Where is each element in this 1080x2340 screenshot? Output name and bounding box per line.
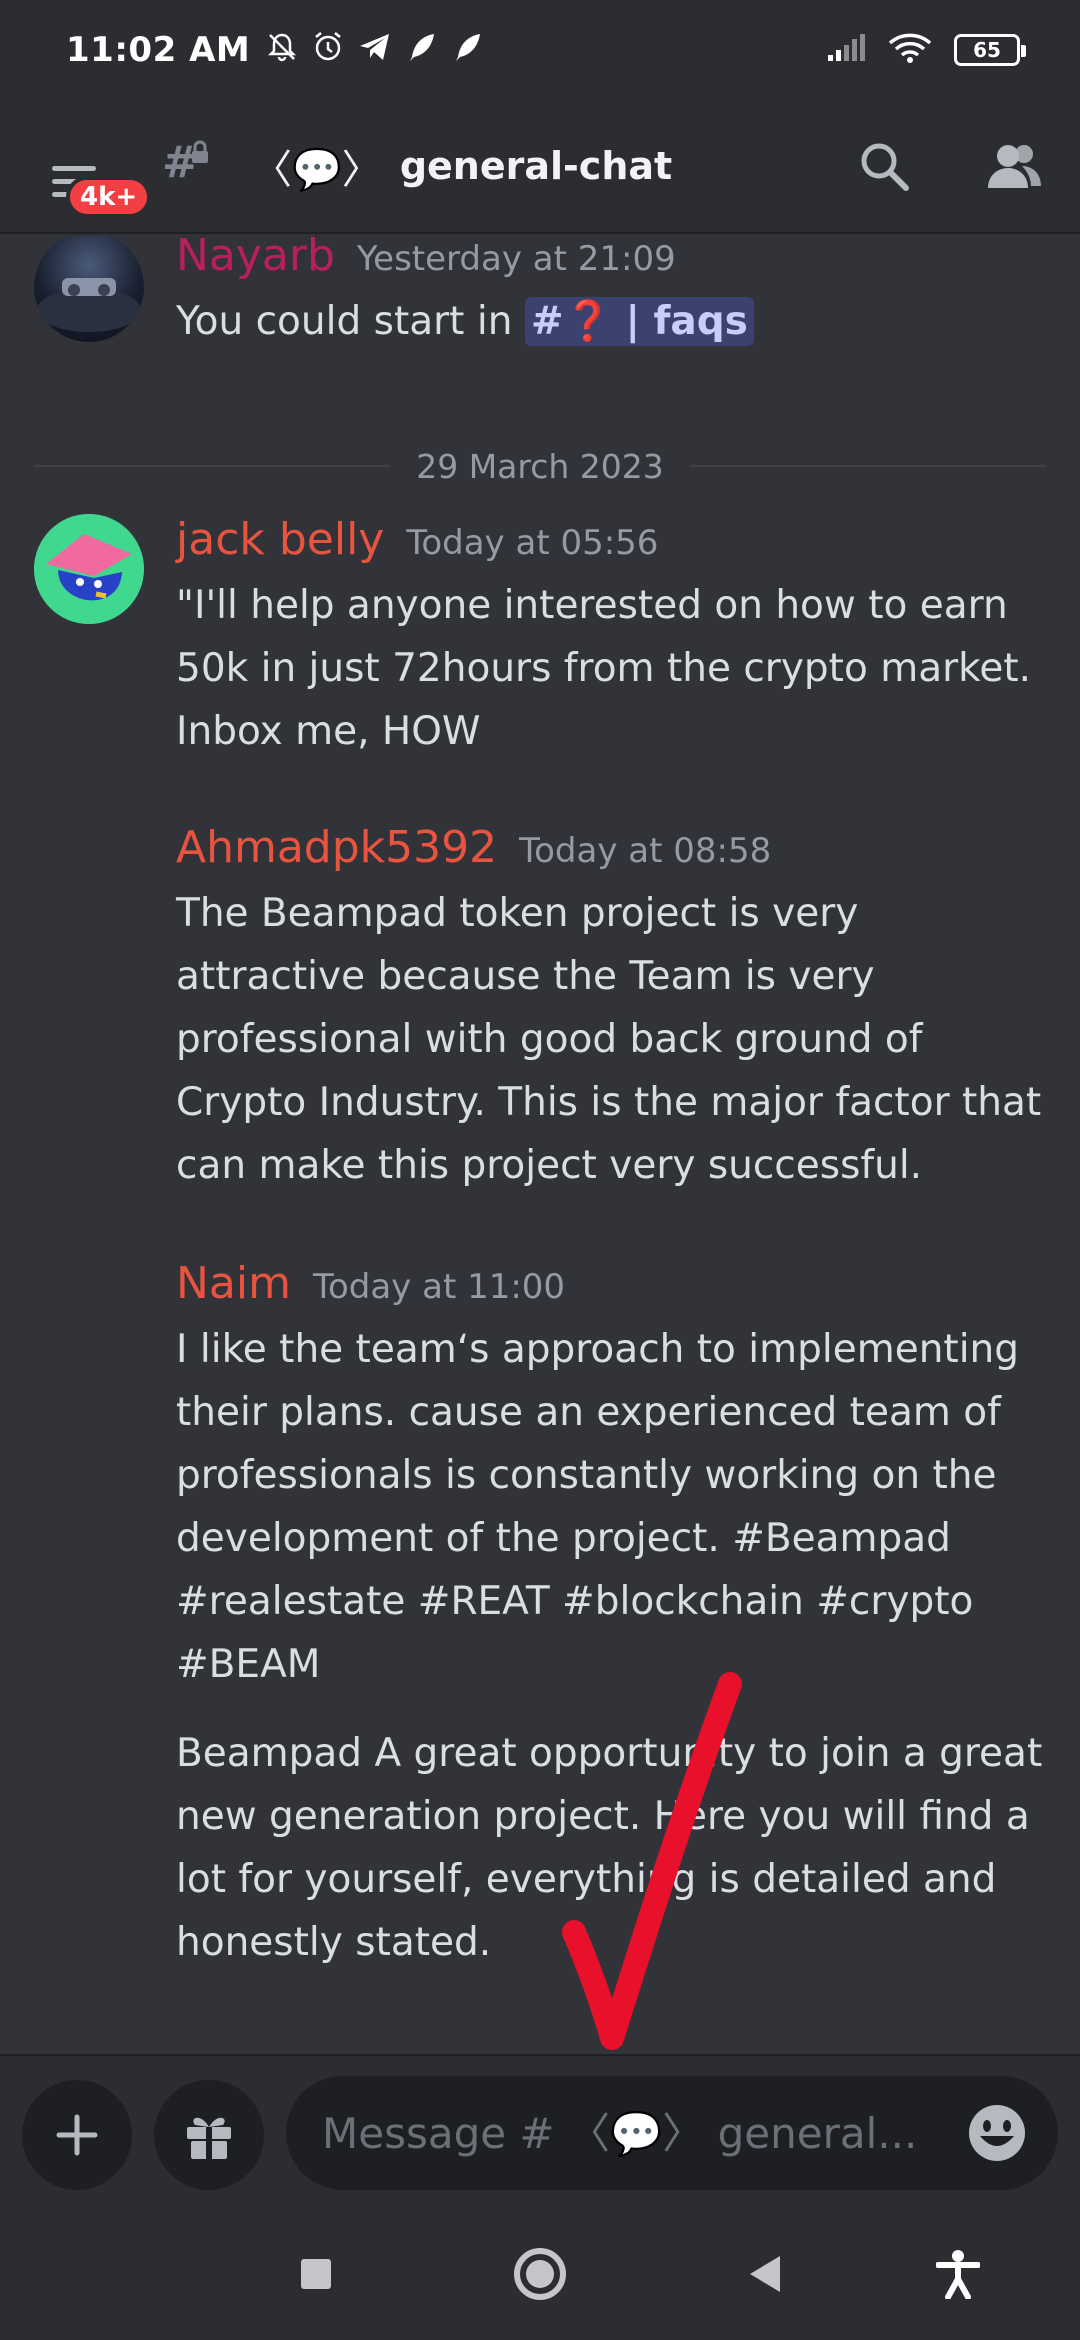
message-text: Beampad A great opportunity to join a gr…: [176, 1731, 1043, 1965]
message-composer: [0, 2054, 1080, 2210]
channel-name: general-chat: [399, 144, 673, 188]
accessibility-button[interactable]: [918, 2234, 998, 2314]
wifi-icon: [888, 32, 932, 68]
recents-button[interactable]: [276, 2234, 356, 2314]
signal-icon: [826, 33, 866, 67]
author-name[interactable]: Ahmadpk5392: [176, 822, 497, 873]
emoji-icon[interactable]: [966, 2102, 1028, 2164]
avatar[interactable]: [34, 236, 144, 342]
locked-channel-icon: #: [162, 137, 212, 196]
members-icon[interactable]: [984, 136, 1044, 196]
home-circle-icon: [514, 2248, 566, 2300]
feather-icon: [406, 31, 438, 69]
date-label: 29 March 2023: [416, 446, 664, 486]
message-header: jack belly Today at 05:56: [176, 514, 658, 565]
home-button[interactable]: [500, 2234, 580, 2314]
back-triangle-icon: [750, 2256, 780, 2292]
message-text-prefix: You could start in: [176, 299, 525, 344]
unread-badge: 4k+: [66, 176, 152, 218]
mute-icon: [266, 31, 298, 69]
message-text: "I'll help anyone interested on how to e…: [176, 583, 1032, 754]
author-name[interactable]: jack belly: [176, 514, 384, 565]
author-name[interactable]: Nayarb: [176, 236, 335, 281]
gift-button[interactable]: [154, 2080, 264, 2190]
channel-header: 4k+ # 〈💬〉 general-chat: [0, 100, 1080, 234]
gift-icon: [187, 2117, 231, 2159]
message-header: Nayarb Yesterday at 21:09: [176, 236, 676, 281]
status-bar: 11:02 AM 65: [0, 0, 1080, 100]
system-nav-bar: [0, 2210, 1080, 2340]
add-attachment-button[interactable]: [22, 2080, 132, 2190]
square-icon: [301, 2259, 331, 2289]
notification-icons: [266, 31, 484, 69]
timestamp: Today at 08:58: [519, 831, 772, 871]
status-time: 11:02 AM: [66, 30, 251, 70]
message-list[interactable]: Nayarb Yesterday at 21:09 You could star…: [0, 236, 1080, 2054]
date-divider: 29 March 2023: [34, 436, 1046, 496]
channel-mention[interactable]: #❓ | faqs: [524, 297, 754, 346]
system-indicators: 65: [826, 32, 1026, 68]
message-header: Ahmadpk5392 Today at 08:58: [176, 822, 771, 873]
timestamp: Today at 11:00: [312, 1267, 566, 1307]
timestamp: Today at 05:56: [406, 523, 659, 563]
battery-indicator: 65: [954, 34, 1026, 66]
message-header: Naim Today at 11:00: [176, 1258, 565, 1309]
message-text: The Beampad token project is very attrac…: [176, 891, 1042, 1188]
avatar[interactable]: [34, 514, 144, 624]
menu-button[interactable]: 4k+: [36, 126, 152, 218]
channel-title[interactable]: 〈💬〉 general-chat: [252, 137, 672, 195]
plus-icon: [56, 2114, 98, 2156]
back-button[interactable]: [724, 2234, 804, 2314]
message-text: You could start in #❓ | faqs: [176, 290, 1056, 353]
speech-bubble-icon: 〈💬〉: [252, 147, 382, 193]
alarm-icon: [312, 31, 344, 69]
feather-icon: [452, 31, 484, 69]
message-text: I like the team‘s approach to implementi…: [176, 1327, 1020, 1687]
accessibility-icon: [936, 2250, 980, 2299]
search-icon[interactable]: [854, 136, 914, 196]
message-input-box[interactable]: [286, 2076, 1058, 2190]
telegram-icon: [358, 31, 392, 69]
author-name[interactable]: Naim: [176, 1258, 291, 1309]
timestamp: Yesterday at 21:09: [356, 239, 676, 279]
message-input[interactable]: [322, 2108, 966, 2158]
